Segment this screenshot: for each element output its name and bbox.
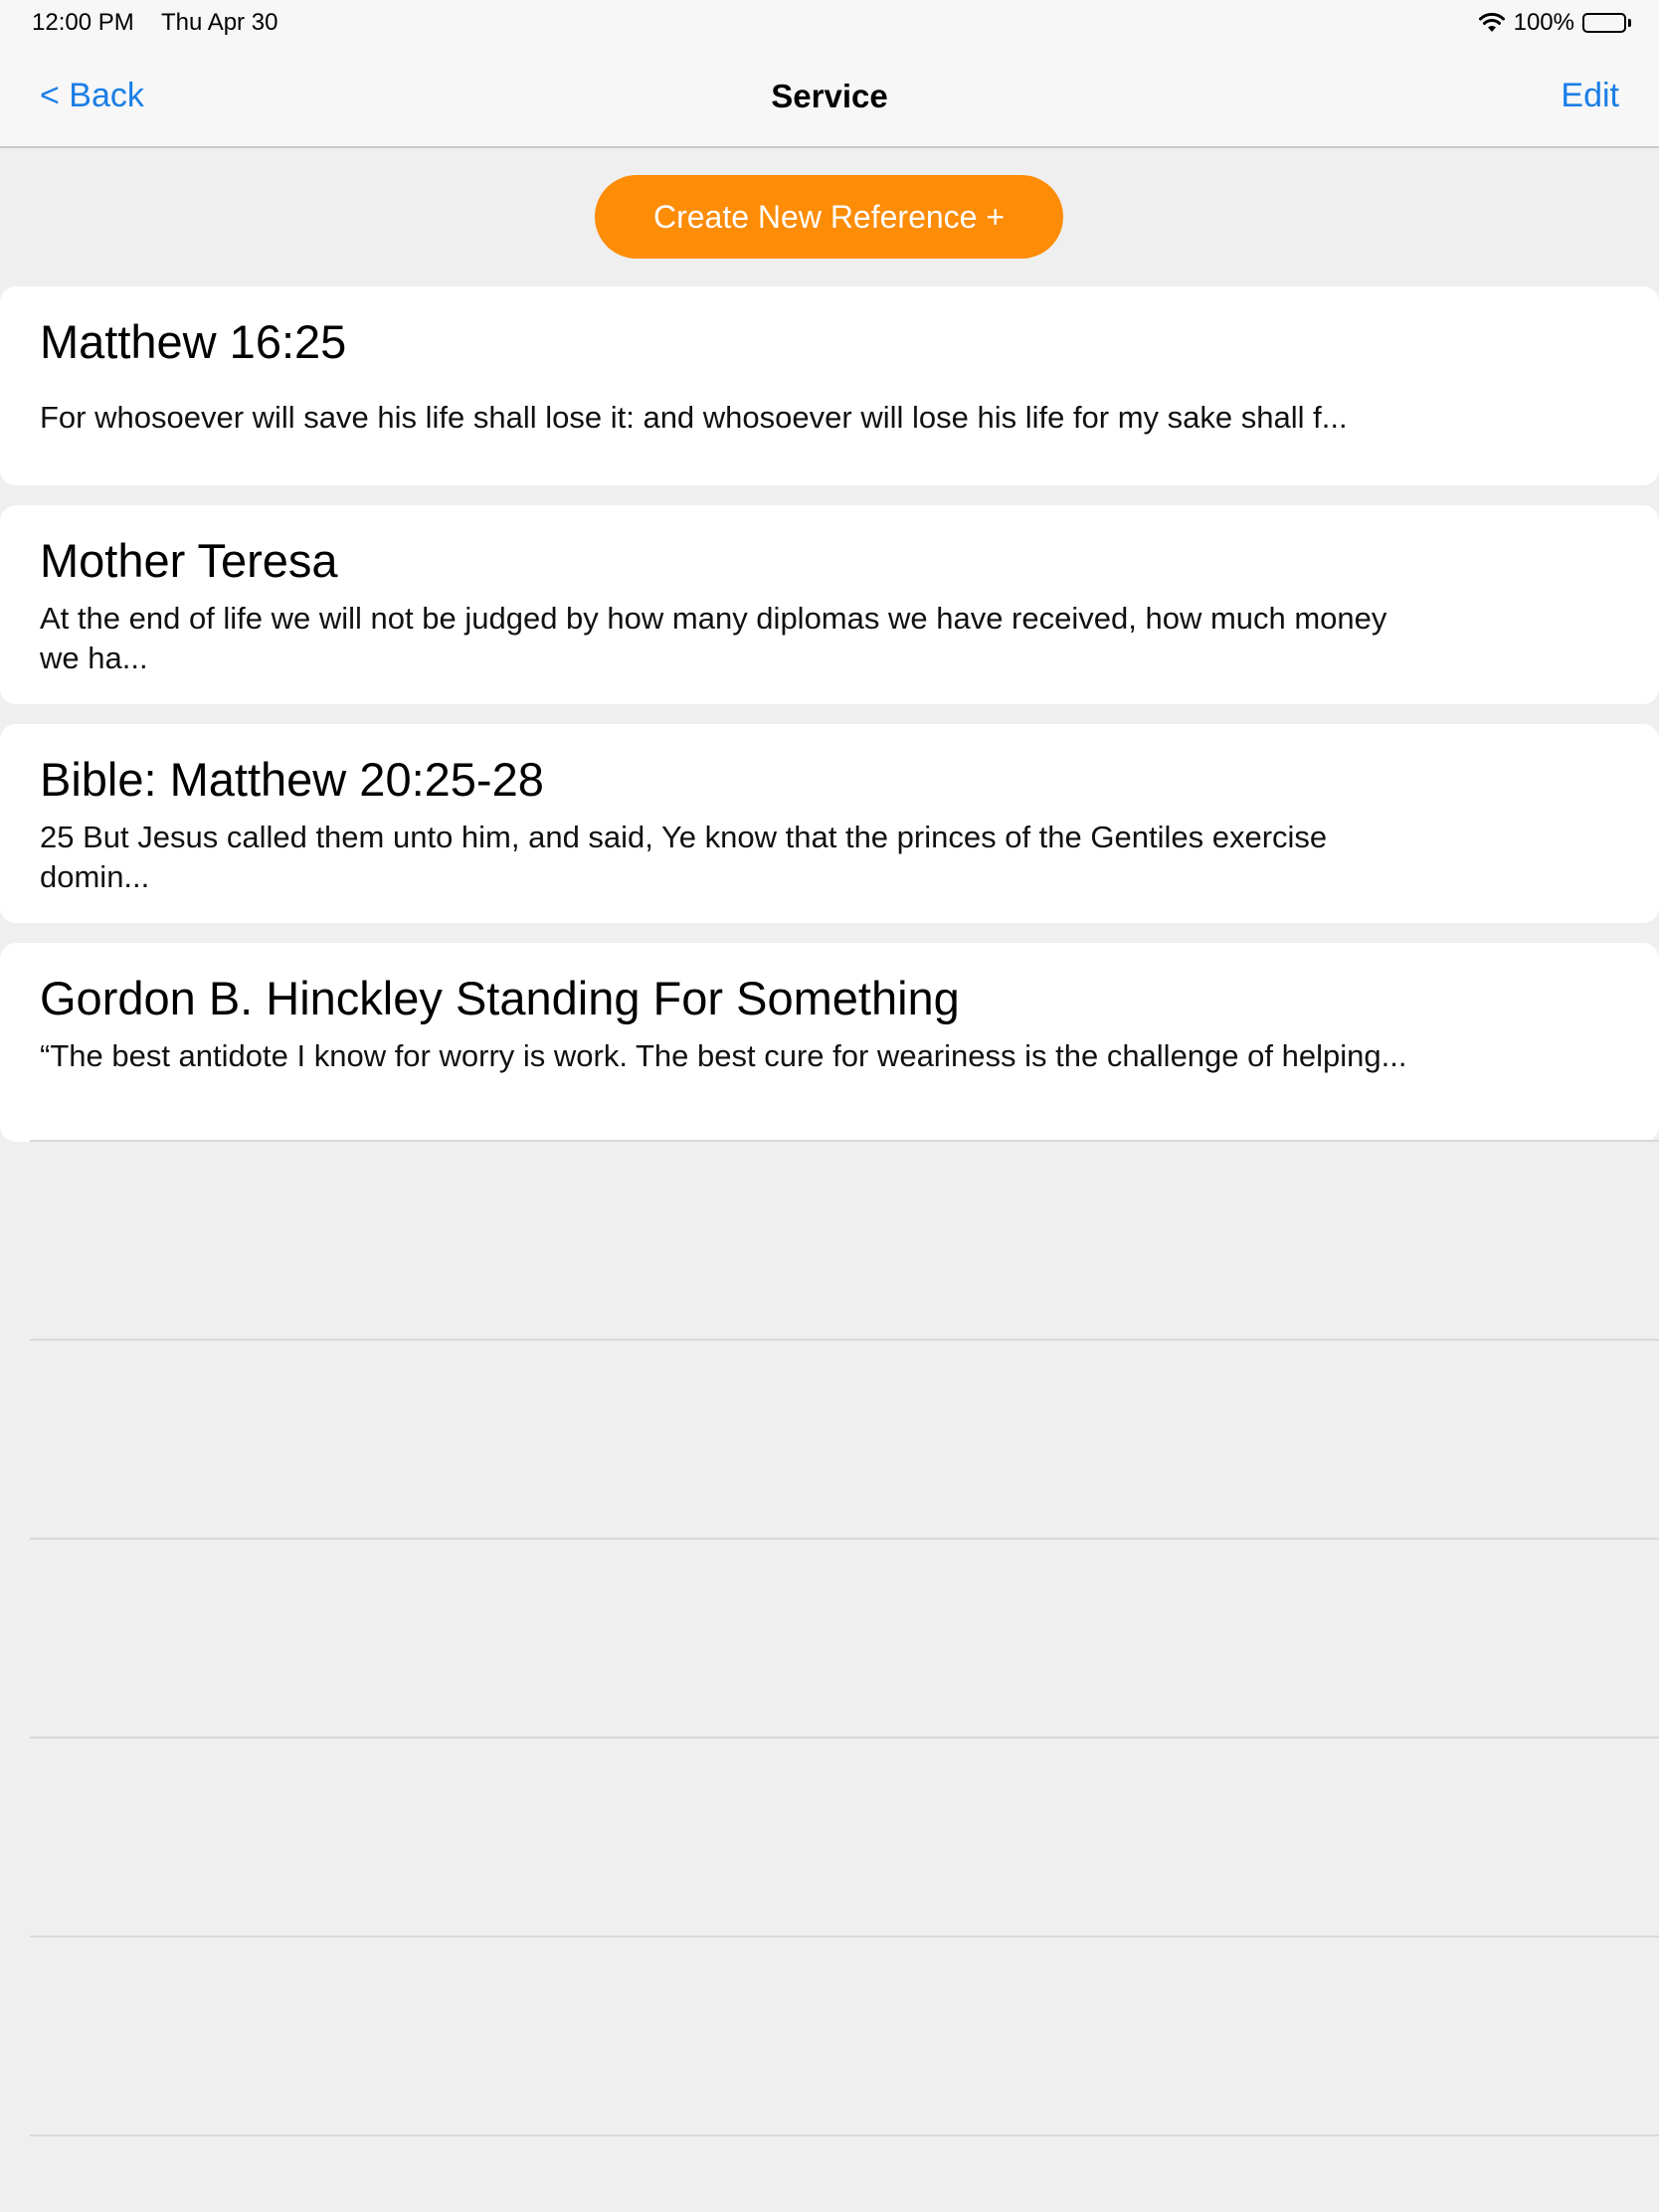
row-separator: [30, 2134, 1659, 2136]
battery-percentage: 100%: [1513, 9, 1574, 36]
create-new-reference-button[interactable]: Create New Reference +: [595, 175, 1063, 259]
reference-card[interactable]: Bible: Matthew 20:25-28 25 But Jesus cal…: [0, 724, 1659, 923]
reference-card[interactable]: Matthew 16:25 For whosoever will save hi…: [0, 286, 1659, 485]
reference-title: Matthew 16:25: [40, 315, 347, 368]
reference-title: Gordon B. Hinckley Standing For Somethin…: [40, 972, 960, 1024]
page-title: Service: [771, 78, 888, 114]
status-date: Thu Apr 30: [161, 9, 278, 36]
status-indicators: 100%: [1478, 9, 1631, 37]
reference-card[interactable]: Gordon B. Hinckley Standing For Somethin…: [0, 943, 1659, 1142]
navigation-bar: < Back Service Edit: [0, 46, 1659, 148]
row-separator: [30, 1538, 1659, 1540]
row-separator: [30, 1140, 1659, 1142]
edit-button[interactable]: Edit: [1561, 46, 1619, 146]
status-time: 12:00 PM: [32, 9, 134, 36]
row-separator: [30, 1339, 1659, 1341]
reference-excerpt: At the end of life we will not be judged…: [40, 601, 1387, 675]
wifi-icon: [1478, 12, 1505, 32]
status-bar: 12:00 PM Thu Apr 30 100%: [0, 0, 1659, 46]
reference-excerpt: 25 But Jesus called them unto him, and s…: [40, 820, 1328, 894]
reference-title: Mother Teresa: [40, 534, 338, 587]
reference-card[interactable]: Mother Teresa At the end of life we will…: [0, 505, 1659, 704]
reference-title: Bible: Matthew 20:25-28: [40, 753, 544, 806]
reference-excerpt: For whosoever will save his life shall l…: [40, 400, 1348, 435]
row-separator: [30, 1936, 1659, 1937]
battery-icon: [1582, 13, 1631, 33]
row-separator: [30, 1737, 1659, 1739]
reference-excerpt: “The best antidote I know for worry is w…: [40, 1038, 1407, 1073]
